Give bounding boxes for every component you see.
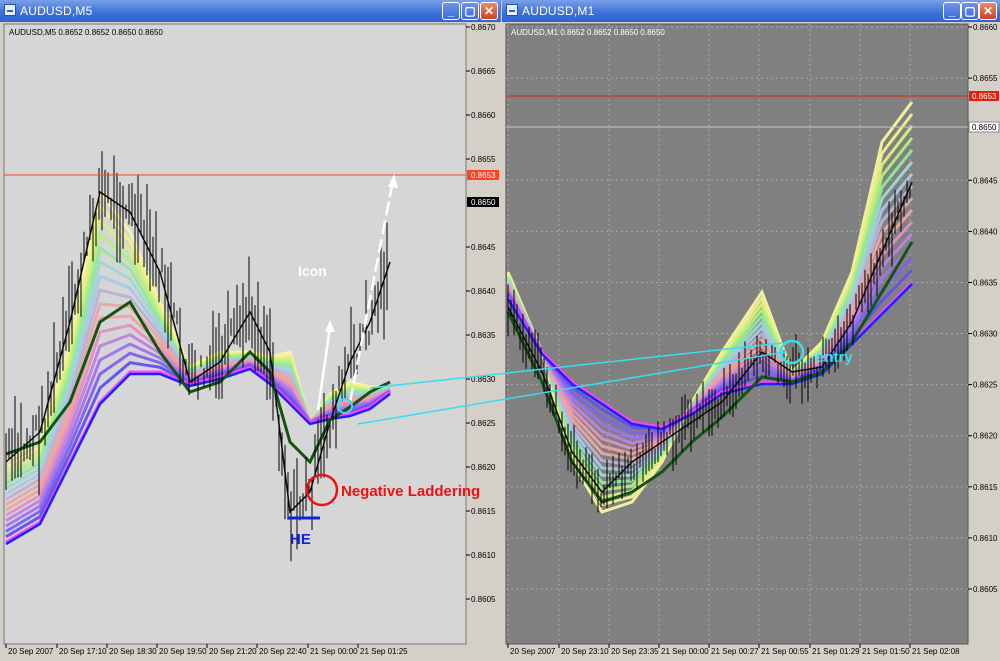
time-tick-label: 20 Sep 2007 <box>8 647 54 656</box>
price-tick-label: 0.8635 <box>973 278 998 287</box>
chart-app-icon <box>506 4 518 16</box>
price-tick-label: 0.8640 <box>973 227 998 236</box>
window-title: AUDUSD,M5 <box>20 4 93 18</box>
chart-window-audusd-m1[interactable]: AUDUSD,M1 _ ▢ ✕ entry AUDUSD,M1 0.8652 0… <box>502 0 1000 661</box>
window-close-icon[interactable]: ✕ <box>480 2 498 20</box>
price-tick-label: 0.8630 <box>471 375 496 384</box>
time-tick-label: 21 Sep 01:25 <box>360 647 408 656</box>
time-tick-label: 20 Sep 23:35 <box>611 647 659 656</box>
window-close-icon[interactable]: ✕ <box>979 2 997 20</box>
price-tick-label: 0.8645 <box>973 176 998 185</box>
time-tick-label: 21 Sep 01:50 <box>862 647 910 656</box>
price-tick-label: 0.8625 <box>471 419 496 428</box>
bid-price-label: 0.8653 <box>471 171 496 180</box>
bid-price-label: 0.8653 <box>972 92 997 101</box>
price-tick-label: 0.8620 <box>471 463 496 472</box>
symbol-info: AUDUSD,M5 0.8652 0.8652 0.8650 0.8650 <box>9 28 163 37</box>
time-tick-label: 21 Sep 00:00 <box>661 647 709 656</box>
window-maximize-icon[interactable]: ▢ <box>461 2 479 20</box>
time-tick-label: 21 Sep 00:55 <box>761 647 809 656</box>
time-tick-label: 20 Sep 23:10 <box>561 647 609 656</box>
symbol-info: AUDUSD,M1 0.8652 0.8652 0.8650 0.8650 <box>511 28 665 37</box>
price-tick-label: 0.8655 <box>973 74 998 83</box>
price-tick-label: 0.8660 <box>471 111 496 120</box>
window-minimize-icon[interactable]: _ <box>442 2 460 20</box>
price-tick-label: 0.8645 <box>471 243 496 252</box>
price-tick-label: 0.8655 <box>471 155 496 164</box>
time-tick-label: 20 Sep 22:40 <box>259 647 307 656</box>
annotation-icon: Icon <box>298 263 327 279</box>
price-tick-label: 0.8670 <box>471 23 496 32</box>
ask-price-label: 0.8650 <box>471 198 496 207</box>
price-tick-label: 0.8640 <box>471 287 496 296</box>
price-chart-m1[interactable]: entry AUDUSD,M1 0.8652 0.8652 0.8650 0.8… <box>502 22 1000 661</box>
annotation-entry: entry <box>816 349 853 366</box>
time-tick-label: 21 Sep 01:29 <box>812 647 860 656</box>
price-tick-label: 0.8615 <box>973 483 998 492</box>
time-tick-label: 20 Sep 18:30 <box>109 647 157 656</box>
annotation-negative-laddering: Negative Laddering <box>341 483 480 500</box>
price-tick-label: 0.8665 <box>471 67 496 76</box>
time-tick-label: 21 Sep 00:00 <box>310 647 358 656</box>
time-tick-label: 21 Sep 02:08 <box>912 647 960 656</box>
price-tick-label: 0.8610 <box>471 551 496 560</box>
chart-window-audusd-m5[interactable]: AUDUSD,M5 _ ▢ ✕ Icon Negative Laddering … <box>0 0 501 661</box>
annotation-he: HE <box>290 531 311 548</box>
price-tick-label: 0.8615 <box>471 507 496 516</box>
time-tick-label: 20 Sep 17:10 <box>59 647 107 656</box>
window-minimize-icon[interactable]: _ <box>943 2 961 20</box>
price-tick-label: 0.8630 <box>973 330 998 339</box>
ask-price-label: 0.8650 <box>972 123 997 132</box>
window-title: AUDUSD,M1 <box>522 4 595 18</box>
title-bar[interactable]: AUDUSD,M1 _ ▢ ✕ <box>502 0 1000 22</box>
time-tick-label: 20 Sep 19:50 <box>159 647 207 656</box>
time-tick-label: 20 Sep 21:20 <box>209 647 257 656</box>
price-tick-label: 0.8605 <box>973 585 998 594</box>
price-tick-label: 0.8625 <box>973 381 998 390</box>
price-chart-m5[interactable]: Icon Negative Laddering HE AUDUSD,M5 0.8… <box>0 22 501 661</box>
title-bar[interactable]: AUDUSD,M5 _ ▢ ✕ <box>0 0 500 22</box>
price-tick-label: 0.8620 <box>973 432 998 441</box>
price-tick-label: 0.8605 <box>471 595 496 604</box>
window-maximize-icon[interactable]: ▢ <box>961 2 979 20</box>
price-tick-label: 0.8610 <box>973 534 998 543</box>
price-tick-label: 0.8660 <box>973 23 998 32</box>
chart-app-icon <box>4 4 16 16</box>
time-tick-label: 21 Sep 00:27 <box>711 647 759 656</box>
price-tick-label: 0.8635 <box>471 331 496 340</box>
time-tick-label: 20 Sep 2007 <box>510 647 556 656</box>
